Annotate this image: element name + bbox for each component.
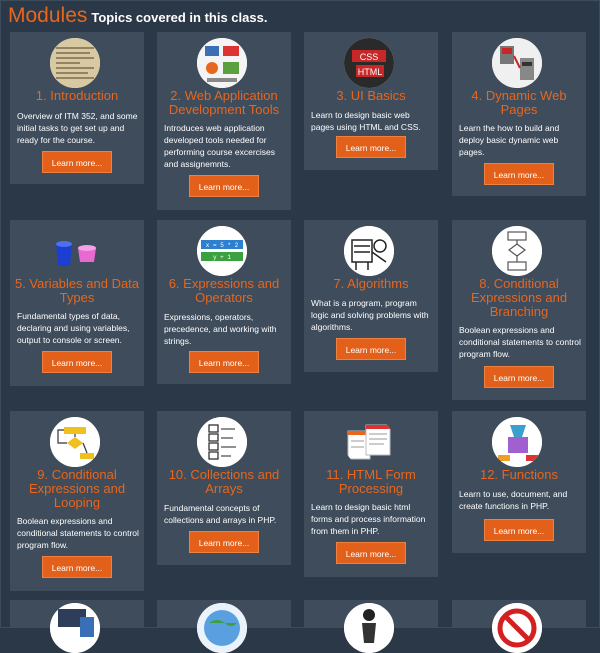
module-title[interactable]: 11. HTML Form Processing (307, 468, 435, 496)
module-title[interactable]: 10. Collections and Arrays (160, 468, 288, 496)
learn-more-button[interactable]: Learn more... (42, 151, 112, 173)
module-title[interactable]: 7. Algorithms (307, 277, 435, 291)
module-card: 4. Dynamic Web Pages Learn the how to bu… (452, 32, 586, 196)
module-card: 7. Algorithms What is a program, program… (304, 220, 438, 372)
module-description: Fundamental concepts of collections and … (164, 503, 277, 525)
module-description: Boolean expressions and conditional stat… (17, 516, 139, 550)
newspaper-icon (50, 38, 100, 88)
module-title[interactable]: 6. Expressions and Operators (160, 277, 288, 305)
svg-text:x = 5 * 2: x = 5 * 2 (206, 242, 239, 249)
learn-more-button[interactable]: Learn more... (189, 351, 259, 373)
server-icon (492, 38, 542, 88)
page-heading: Modules Topics covered in this class. (8, 4, 267, 28)
learn-more-button[interactable]: Learn more... (189, 175, 259, 197)
loop-icon (50, 417, 100, 467)
module-description: What is a program, program logic and sol… (311, 298, 429, 332)
module-card: 5. Variables and Data Types Fundamental … (10, 220, 144, 386)
figure-icon (344, 603, 394, 653)
module-card: 2. Web Application Development Tools Int… (157, 32, 291, 210)
expression-icon: x = 5 * 2 y + 1 (197, 226, 247, 276)
function-machine-icon (492, 417, 542, 467)
array-icon (197, 417, 247, 467)
learn-more-button[interactable]: Learn more... (42, 351, 112, 373)
module-card: 12. Functions Learn to use, document, an… (452, 411, 586, 553)
learn-more-button[interactable]: Learn more... (484, 163, 554, 185)
module-description: Learn to design basic web pages using HT… (311, 110, 421, 132)
forms-icon (344, 417, 394, 467)
module-title[interactable]: 2. Web Application Development Tools (160, 89, 288, 117)
module-card (157, 600, 291, 653)
module-description: Boolean expressions and conditional stat… (459, 325, 581, 359)
module-title[interactable]: 12. Functions (455, 468, 583, 482)
buckets-icon (50, 226, 100, 276)
devices-icon (50, 603, 100, 653)
module-card: x = 5 * 2 y + 1 6. Expressions and Operat… (157, 220, 291, 384)
module-title[interactable]: 3. UI Basics (307, 89, 435, 103)
flowchart-icon (492, 226, 542, 276)
module-title[interactable]: 9. Conditional Expressions and Looping (13, 468, 141, 510)
module-title[interactable]: 8. Conditional Expressions and Branching (455, 277, 583, 319)
svg-text:y + 1: y + 1 (213, 254, 231, 261)
module-card: 11. HTML Form Processing Learn to design… (304, 411, 438, 577)
learn-more-button[interactable]: Learn more... (189, 531, 259, 553)
learn-more-button[interactable]: Learn more... (42, 556, 112, 578)
css-html-icon: CSS HTML (344, 38, 394, 88)
module-description: Expressions, operators, precedence, and … (164, 312, 277, 346)
module-description: Overview of ITM 352, and some initial ta… (17, 111, 138, 145)
module-title[interactable]: 5. Variables and Data Types (13, 277, 141, 305)
module-title[interactable]: 4. Dynamic Web Pages (455, 89, 583, 117)
learn-more-button[interactable]: Learn more... (484, 519, 554, 541)
module-card: 1. Introduction Overview of ITM 352, and… (10, 32, 144, 184)
machine-icon (344, 226, 394, 276)
module-description: Learn to design basic html forms and pro… (311, 502, 426, 536)
learn-more-button[interactable]: Learn more... (484, 366, 554, 388)
module-description: Learn to use, document, and create funct… (459, 489, 568, 511)
globe-icon (197, 603, 247, 653)
no-sign-icon (492, 603, 542, 653)
module-card: 9. Conditional Expressions and Looping B… (10, 411, 144, 591)
module-card: 8. Conditional Expressions and Branching… (452, 220, 586, 400)
learn-more-button[interactable]: Learn more... (336, 136, 406, 158)
learn-more-button[interactable]: Learn more... (336, 542, 406, 564)
module-description: Learn the how to build and deploy basic … (459, 123, 560, 157)
module-card: CSS HTML 3. UI Basics Learn to design bas… (304, 32, 438, 170)
svg-text:HTML: HTML (358, 67, 383, 77)
module-title[interactable]: 1. Introduction (13, 89, 141, 103)
svg-text:CSS: CSS (360, 52, 379, 62)
tools-collage-icon (197, 38, 247, 88)
page-subtitle: Topics covered in this class. (91, 10, 268, 25)
module-description: Introduces web application developed too… (164, 123, 276, 169)
page-title: Modules (8, 4, 88, 27)
module-card (452, 600, 586, 653)
module-description: Fundamental types of data, declaring and… (17, 311, 130, 345)
learn-more-button[interactable]: Learn more... (336, 338, 406, 360)
module-card (304, 600, 438, 653)
module-card: 10. Collections and Arrays Fundamental c… (157, 411, 291, 565)
module-card (10, 600, 144, 653)
